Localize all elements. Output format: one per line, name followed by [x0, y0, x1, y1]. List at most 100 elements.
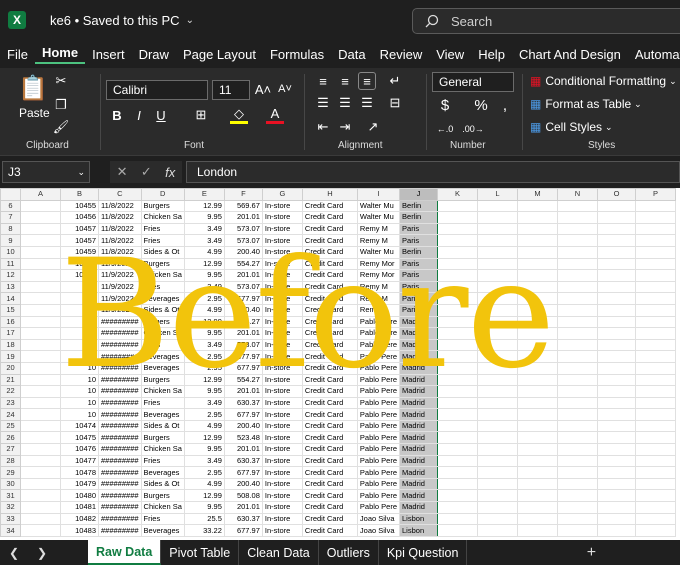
cell[interactable] — [437, 222, 479, 236]
cell[interactable]: Beverages — [140, 408, 185, 421]
cell[interactable] — [557, 245, 599, 259]
cell[interactable] — [597, 303, 637, 317]
cell[interactable]: 554.27 — [223, 315, 263, 329]
cell[interactable]: Credit Card — [301, 350, 358, 363]
cell[interactable]: Paris — [399, 303, 439, 317]
cell[interactable] — [437, 361, 479, 375]
cell[interactable]: 4.99 — [183, 477, 225, 491]
cell[interactable] — [20, 361, 61, 375]
row-header[interactable]: 25 — [0, 419, 21, 433]
cell[interactable] — [517, 315, 559, 329]
cell[interactable]: ######### — [98, 396, 142, 410]
cell[interactable]: Chicken Sa — [140, 327, 185, 340]
cell[interactable] — [517, 501, 559, 514]
cell[interactable]: 4.99 — [183, 419, 225, 433]
cell[interactable]: ######### — [98, 315, 142, 329]
cell[interactable]: Pablo Pere — [356, 408, 401, 421]
cell[interactable]: 201.01 — [223, 269, 263, 282]
menu-home[interactable]: Home — [34, 45, 86, 64]
cell[interactable]: Credit Card — [301, 280, 358, 294]
cell[interactable] — [517, 222, 559, 236]
cell[interactable]: Fries — [140, 222, 185, 236]
cell[interactable]: In-store — [261, 396, 303, 410]
column-header-F[interactable]: F — [223, 188, 263, 201]
row-header[interactable]: 30 — [0, 477, 21, 491]
cell[interactable]: 9.95 — [183, 443, 225, 456]
cell[interactable]: 11/9/2022 — [98, 303, 142, 317]
column-header-B[interactable]: B — [60, 188, 99, 201]
fill-color-icon[interactable]: ◇ — [230, 106, 248, 124]
cell[interactable]: 12.99 — [183, 373, 225, 387]
cell[interactable]: Remy Mor — [356, 269, 401, 282]
cell[interactable]: 12.99 — [183, 257, 225, 271]
menu-help[interactable]: Help — [471, 47, 512, 62]
cell[interactable]: ######### — [98, 338, 142, 352]
cell[interactable] — [635, 501, 677, 514]
cell[interactable] — [557, 512, 599, 526]
cell[interactable] — [477, 303, 519, 317]
menu-chart-and-design[interactable]: Chart And Design — [512, 47, 628, 62]
chevron-down-icon[interactable]: ⌄ — [186, 15, 194, 26]
row-header[interactable]: 31 — [0, 489, 21, 503]
row-header[interactable]: 9 — [0, 234, 21, 247]
cell[interactable]: In-store — [261, 211, 303, 224]
cell[interactable] — [597, 280, 637, 294]
currency-icon[interactable]: $ — [436, 96, 454, 114]
cell[interactable]: Paris — [399, 234, 439, 247]
cell[interactable]: In-store — [261, 280, 303, 294]
cell[interactable]: 10475 — [60, 431, 99, 445]
cell[interactable] — [20, 477, 61, 491]
cell[interactable] — [597, 489, 637, 503]
cell[interactable]: In-store — [261, 466, 303, 479]
cell[interactable]: Credit Card — [301, 199, 358, 213]
cell[interactable] — [635, 245, 677, 259]
cell[interactable] — [557, 327, 599, 340]
cell[interactable]: Burgers — [140, 489, 185, 503]
cell[interactable] — [477, 466, 519, 479]
cell[interactable] — [517, 466, 559, 479]
cell[interactable]: Burgers — [140, 373, 185, 387]
cell[interactable]: 9.95 — [183, 211, 225, 224]
cell[interactable]: Madrid — [399, 315, 439, 329]
cell[interactable] — [517, 303, 559, 317]
cell[interactable]: 677.97 — [223, 292, 263, 305]
cell[interactable] — [597, 454, 637, 468]
cell[interactable] — [517, 292, 559, 305]
menu-view[interactable]: View — [429, 47, 471, 62]
cell[interactable] — [20, 408, 61, 421]
cell[interactable]: In-store — [261, 245, 303, 259]
cell[interactable]: Lisbon — [399, 512, 439, 526]
cell[interactable]: 200.40 — [223, 303, 263, 317]
cell[interactable] — [635, 222, 677, 236]
cell[interactable]: Pablo Pere — [356, 385, 401, 398]
cell[interactable] — [437, 327, 479, 340]
copy-icon[interactable]: ❐ — [52, 96, 70, 114]
align-top-icon[interactable]: ≡ — [314, 72, 332, 90]
cell[interactable] — [477, 489, 519, 503]
row-header[interactable]: 33 — [0, 512, 21, 526]
cell[interactable]: 10456 — [60, 211, 99, 224]
cell[interactable] — [597, 338, 637, 352]
cell[interactable]: In-store — [261, 350, 303, 363]
column-header-I[interactable]: I — [356, 188, 401, 201]
cell[interactable]: 201.01 — [223, 443, 263, 456]
cell[interactable] — [437, 303, 479, 317]
cell[interactable]: 554.27 — [223, 373, 263, 387]
cell[interactable]: In-store — [261, 269, 303, 282]
paste-button[interactable]: Paste — [19, 106, 50, 120]
cell[interactable]: 9.95 — [183, 327, 225, 340]
cell[interactable]: 677.97 — [223, 361, 263, 375]
sheet-tab-outliers[interactable]: Outliers — [319, 540, 379, 565]
cell[interactable]: Fries — [140, 396, 185, 410]
row-header[interactable]: 20 — [0, 361, 21, 375]
cell[interactable] — [517, 361, 559, 375]
cell[interactable] — [597, 361, 637, 375]
cell[interactable]: Madrid — [399, 419, 439, 433]
menu-file[interactable]: File — [0, 47, 35, 62]
cell[interactable]: ######### — [98, 466, 142, 479]
cell[interactable] — [20, 419, 61, 433]
cell[interactable]: Madrid — [399, 477, 439, 491]
sheet-tab-raw-data[interactable]: Raw Data — [88, 540, 162, 565]
cell[interactable]: 10 — [60, 280, 99, 294]
cell[interactable]: Remy M — [356, 292, 401, 305]
